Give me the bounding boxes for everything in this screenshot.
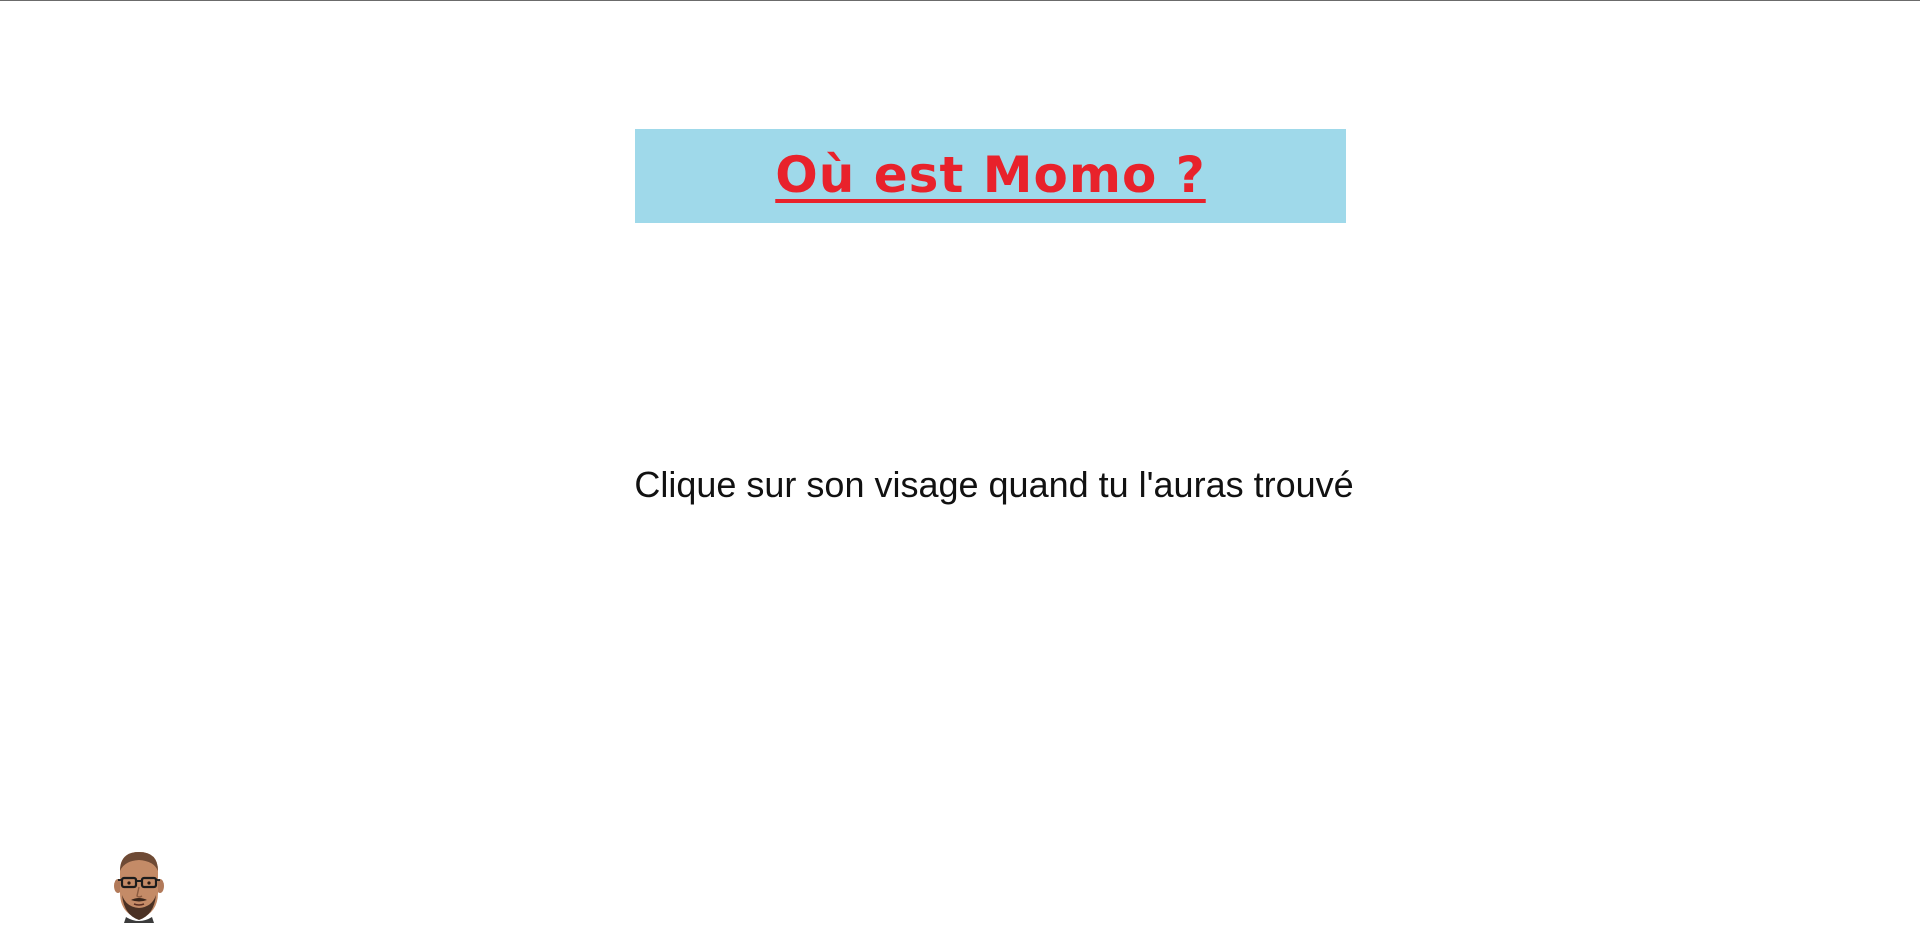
game-title: Où est Momo ? <box>775 146 1206 204</box>
instruction-text: Clique sur son visage quand tu l'auras t… <box>634 464 1354 505</box>
momo-face-icon[interactable] <box>114 849 164 923</box>
title-banner: Où est Momo ? <box>635 129 1346 223</box>
